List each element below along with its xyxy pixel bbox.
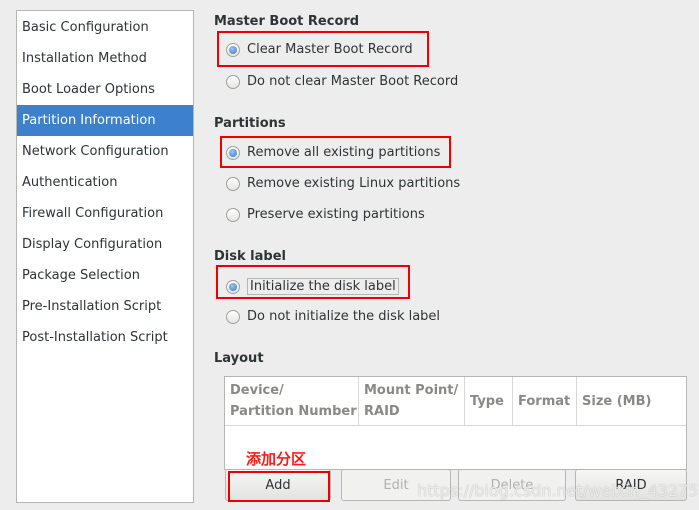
raid-button[interactable]: RAID: [575, 469, 687, 501]
sidebar-item-pre-installation-script[interactable]: Pre-Installation Script: [17, 291, 193, 322]
sidebar-item-post-installation-script[interactable]: Post-Installation Script: [17, 322, 193, 353]
highlight-box: [217, 31, 429, 67]
sidebar: Basic Configuration Installation Method …: [16, 10, 194, 503]
sidebar-item-network-configuration[interactable]: Network Configuration: [17, 136, 193, 167]
column-format[interactable]: Format: [513, 377, 577, 425]
sidebar-item-authentication[interactable]: Authentication: [17, 167, 193, 198]
partitions-heading: Partitions: [214, 116, 286, 131]
sidebar-item-partition-information[interactable]: Partition Information: [17, 105, 193, 136]
column-type[interactable]: Type: [465, 377, 513, 425]
sidebar-item-package-selection[interactable]: Package Selection: [17, 260, 193, 291]
edit-button[interactable]: Edit: [341, 469, 451, 501]
mbr-heading: Master Boot Record: [214, 14, 360, 29]
radio-do-not-initialize-disk-label[interactable]: Do not initialize the disk label: [226, 309, 440, 324]
annotation-label: 添加分区: [246, 450, 307, 468]
sidebar-item-basic-configuration[interactable]: Basic Configuration: [17, 12, 193, 43]
highlight-box: [228, 471, 330, 502]
radio-unchecked-icon: [226, 207, 240, 222]
highlight-box: [220, 136, 451, 168]
radio-remove-linux-partitions[interactable]: Remove existing Linux partitions: [226, 176, 460, 191]
highlight-box: [216, 265, 410, 299]
radio-do-not-clear-mbr[interactable]: Do not clear Master Boot Record: [226, 74, 458, 89]
table-header: Device/ Partition Number Mount Point/ RA…: [225, 377, 686, 426]
sidebar-item-installation-method[interactable]: Installation Method: [17, 43, 193, 74]
disk-label-heading: Disk label: [214, 249, 286, 264]
radio-unchecked-icon: [226, 309, 240, 324]
column-device[interactable]: Device/ Partition Number: [225, 377, 359, 425]
sidebar-item-display-configuration[interactable]: Display Configuration: [17, 229, 193, 260]
delete-button[interactable]: Delete: [458, 469, 566, 501]
radio-unchecked-icon: [226, 176, 240, 191]
radio-preserve-partitions[interactable]: Preserve existing partitions: [226, 207, 425, 222]
sidebar-item-boot-loader-options[interactable]: Boot Loader Options: [17, 74, 193, 105]
column-size[interactable]: Size (MB): [577, 377, 686, 425]
layout-heading: Layout: [214, 351, 264, 366]
column-mount-point[interactable]: Mount Point/ RAID: [359, 377, 465, 425]
sidebar-item-firewall-configuration[interactable]: Firewall Configuration: [17, 198, 193, 229]
radio-unchecked-icon: [226, 74, 240, 89]
